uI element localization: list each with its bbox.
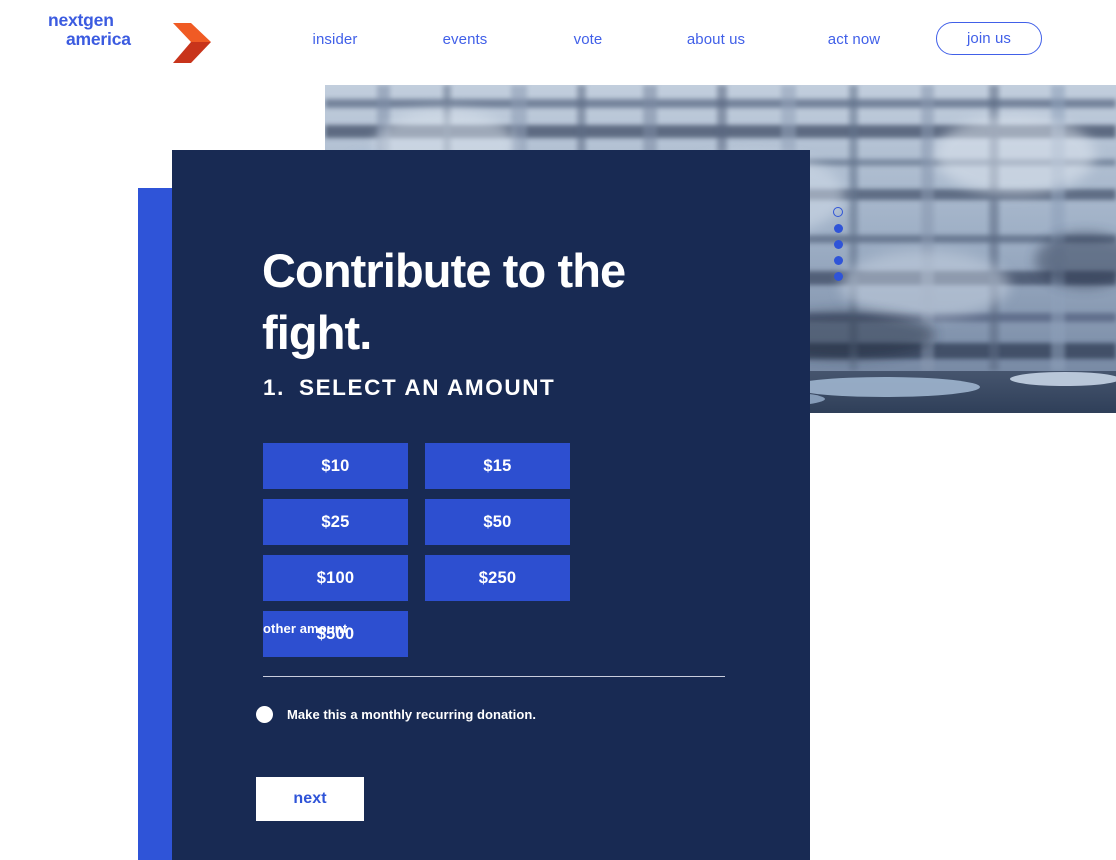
join-us-button[interactable]: join us [936, 22, 1042, 55]
page-title: Contribute to the fight. [262, 244, 626, 360]
step-number: 1. [263, 375, 285, 400]
slider-dot-2[interactable] [833, 224, 843, 233]
amount-button-15[interactable]: $15 [425, 443, 570, 489]
nav-item-vote[interactable]: vote [530, 31, 646, 48]
nav-item-events[interactable]: events [400, 31, 530, 48]
page-root: Contribute to the fight. 1. SELECT AN AMO… [0, 0, 1116, 860]
slider-dot-3[interactable] [833, 240, 843, 249]
slider-dot-5[interactable] [833, 272, 843, 281]
site-header: nextgen america insider events vote abou… [0, 0, 1116, 78]
nav-item-about-us[interactable]: about us [646, 31, 786, 48]
other-amount-label: other amount [263, 621, 348, 636]
logo-wordmark: nextgen america [48, 11, 178, 49]
slider-dot-4[interactable] [833, 256, 843, 265]
recurring-donation-label: Make this a monthly recurring donation. [287, 707, 536, 722]
amount-button-100[interactable]: $100 [263, 555, 408, 601]
slider-dot-1[interactable] [833, 207, 843, 217]
step-heading: 1. SELECT AN AMOUNT [263, 375, 555, 401]
amount-button-250[interactable]: $250 [425, 555, 570, 601]
other-amount-input[interactable] [263, 645, 725, 677]
chevron-right-icon [173, 23, 211, 63]
amount-button-25[interactable]: $25 [263, 499, 408, 545]
logo-line-1: nextgen [48, 10, 114, 30]
step-label: SELECT AN AMOUNT [298, 375, 556, 400]
site-logo[interactable]: nextgen america [48, 9, 238, 65]
hero-slider-dots[interactable] [831, 207, 845, 285]
amount-button-50[interactable]: $50 [425, 499, 570, 545]
nav-item-act-now[interactable]: act now [786, 31, 922, 48]
main-nav: insider events vote about us act now [270, 0, 922, 78]
amount-button-10[interactable]: $10 [263, 443, 408, 489]
logo-line-2: america [66, 29, 131, 49]
recurring-radio-icon[interactable] [256, 706, 273, 723]
next-button[interactable]: next [256, 777, 364, 821]
recurring-donation-toggle[interactable]: Make this a monthly recurring donation. [256, 706, 536, 723]
nav-item-insider[interactable]: insider [270, 31, 400, 48]
